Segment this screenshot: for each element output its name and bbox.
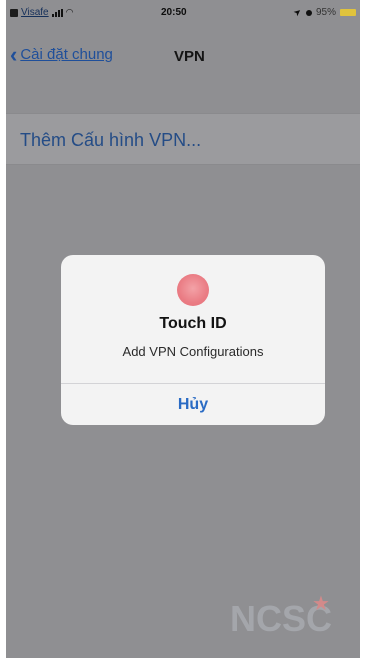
battery-percentage: 95%: [315, 7, 336, 18]
battery-icon: [340, 9, 356, 16]
status-right: ➤ 95%: [291, 5, 356, 19]
star-icon: ★: [312, 593, 330, 615]
status-left: Visafe ◠: [10, 7, 73, 18]
page-title: VPN: [174, 48, 205, 65]
alert-title: Touch ID: [159, 315, 227, 332]
signal-icon: [51, 8, 63, 17]
back-button[interactable]: ‹ Cài đặt chung: [10, 41, 113, 67]
navigation-bar: ‹ Cài đặt chung VPN: [6, 38, 360, 72]
status-time: 20:50: [161, 7, 187, 18]
cancel-button[interactable]: Hủy: [61, 384, 325, 425]
status-bar: Visafe ◠ 20:50 ➤ 95%: [6, 0, 360, 26]
fingerprint-icon: [177, 274, 209, 306]
wifi-icon: ◠: [65, 7, 74, 17]
touch-id-alert: Touch ID Add VPN Configurations Hủy: [61, 255, 325, 425]
add-vpn-configuration-row[interactable]: Thêm Cấu hình VPN...: [6, 113, 360, 165]
alarm-icon: [305, 9, 312, 16]
add-vpn-configuration-label: Thêm Cấu hình VPN...: [20, 130, 202, 150]
back-button-label: Cài đặt chung: [20, 46, 113, 63]
back-to-app-icon[interactable]: [10, 8, 18, 17]
phone-screen: Visafe ◠ 20:50 ➤ 95% ‹ Cài đặt chung VPN…: [6, 0, 360, 658]
location-icon: ➤: [291, 5, 304, 19]
chevron-left-icon: ‹: [10, 41, 18, 67]
alert-message: Add VPN Configurations: [122, 344, 264, 359]
carrier-label[interactable]: Visafe: [21, 7, 49, 18]
